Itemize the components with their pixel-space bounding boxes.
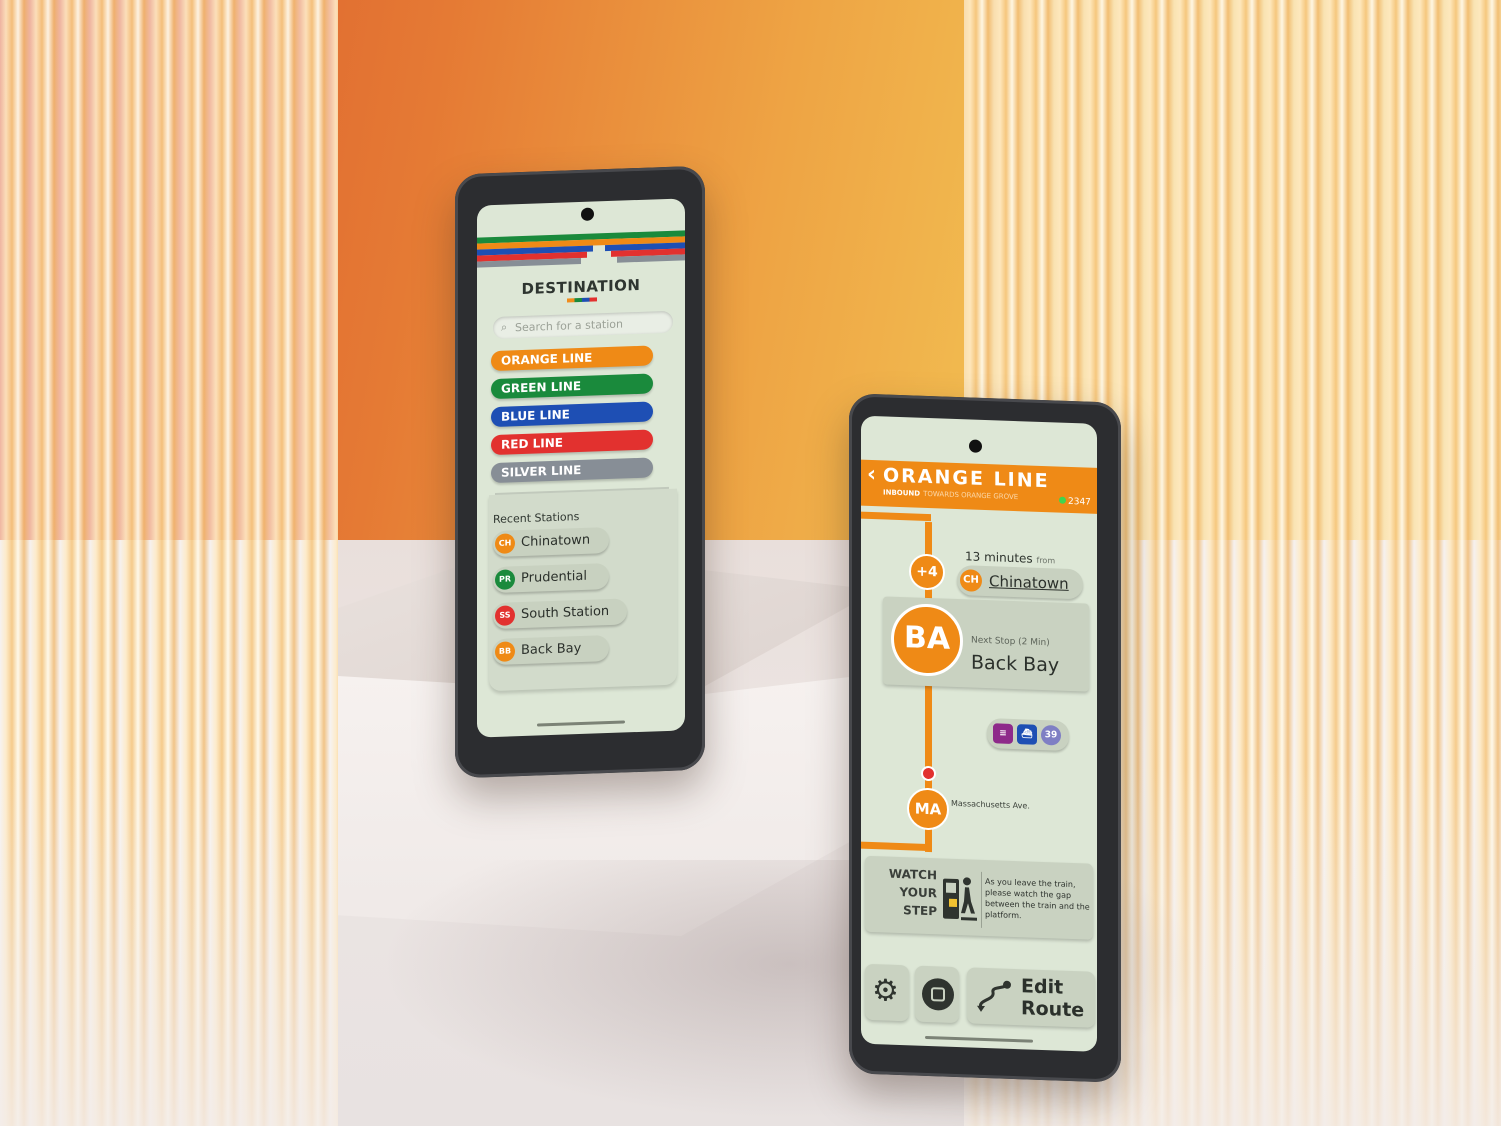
bus-route-badge: 39 — [1041, 724, 1061, 746]
train-position-marker — [921, 765, 936, 782]
line-silver-button[interactable]: SILVER LINE — [491, 457, 653, 484]
watch-your-step-text: As you leave the train, please watch the… — [985, 877, 1090, 921]
line-blue-button[interactable]: BLUE LINE — [491, 401, 653, 428]
search-icon: ⌕ — [501, 320, 508, 334]
route-icon — [977, 980, 1011, 1012]
station-name: Prudential — [521, 568, 587, 587]
line-stripes-graphic — [477, 230, 685, 281]
later-stop-badge: MA — [907, 787, 949, 831]
search-input[interactable] — [515, 313, 665, 337]
route-track — [861, 841, 931, 852]
delay-badge: +4 — [909, 553, 945, 591]
recent-station-back-bay[interactable]: BB Back Bay — [493, 634, 609, 666]
station-code-badge: BB — [495, 641, 515, 662]
watch-your-step-title: WATCH YOUR STEP — [888, 866, 937, 919]
line-title: ORANGE LINE — [883, 464, 1050, 493]
station-code-badge: PR — [495, 569, 515, 590]
travel-time: 13 minutes from — [965, 549, 1056, 566]
phone-destination: DESTINATION ⌕ ORANGE LINE GREEN LINE BLU… — [455, 165, 705, 779]
stop-icon — [922, 977, 954, 1011]
station-code-badge: CH — [960, 569, 982, 592]
edit-route-button[interactable]: Edit Route — [967, 967, 1095, 1028]
station-name: South Station — [521, 603, 610, 623]
station-name: Chinatown — [521, 532, 591, 551]
recent-station-south-station[interactable]: SS South Station — [493, 598, 627, 630]
home-indicator[interactable] — [925, 1035, 1033, 1043]
home-indicator[interactable] — [537, 720, 625, 727]
edit-route-label: Edit Route — [1021, 975, 1085, 1022]
settings-button[interactable]: ⚙ — [865, 963, 909, 1022]
recent-station-prudential[interactable]: PR Prudential — [493, 562, 609, 594]
ferry-icon: ⛴ — [1017, 724, 1037, 745]
train-id: 2347 — [1059, 496, 1091, 508]
front-camera — [969, 439, 982, 453]
gear-icon: ⚙ — [872, 973, 899, 1009]
live-status-icon — [1059, 496, 1066, 504]
recent-station-chinatown[interactable]: CH Chinatown — [493, 526, 609, 558]
title-color-bar — [567, 297, 597, 303]
destination-screen: DESTINATION ⌕ ORANGE LINE GREEN LINE BLU… — [477, 198, 685, 738]
trip-screen: ‹ ORANGE LINE INBOUND TOWARDS ORANGE GROV… — [861, 415, 1097, 1052]
phone-trip: ‹ ORANGE LINE INBOUND TOWARDS ORANGE GROV… — [849, 393, 1121, 1083]
station-name: Back Bay — [521, 640, 582, 659]
product-scene: DESTINATION ⌕ ORANGE LINE GREEN LINE BLU… — [0, 0, 1501, 1126]
station-code-badge: SS — [495, 605, 515, 626]
later-stop-name: Massachusetts Ave. — [951, 798, 1030, 811]
line-header: ‹ ORANGE LINE INBOUND TOWARDS ORANGE GROV… — [861, 459, 1097, 514]
line-orange-button[interactable]: ORANGE LINE — [491, 345, 653, 372]
commuter-rail-icon: ≡ — [993, 723, 1013, 744]
mind-the-gap-icon — [943, 877, 977, 921]
origin-station-name: Chinatown — [989, 572, 1069, 593]
next-stop-name: Back Bay — [971, 651, 1060, 677]
connections-group: ≡ ⛴ 39 — [987, 718, 1069, 751]
station-code-badge: CH — [495, 533, 515, 554]
divider — [981, 871, 982, 928]
back-chevron-icon[interactable]: ‹ — [867, 462, 876, 487]
origin-station-chip[interactable]: CH Chinatown — [957, 565, 1083, 600]
left-glass-drape — [0, 0, 338, 1126]
route-track — [861, 511, 931, 522]
stop-trip-button[interactable] — [915, 965, 959, 1024]
station-search[interactable]: ⌕ — [493, 310, 673, 340]
line-red-button[interactable]: RED LINE — [491, 429, 653, 456]
line-green-button[interactable]: GREEN LINE — [491, 373, 653, 400]
